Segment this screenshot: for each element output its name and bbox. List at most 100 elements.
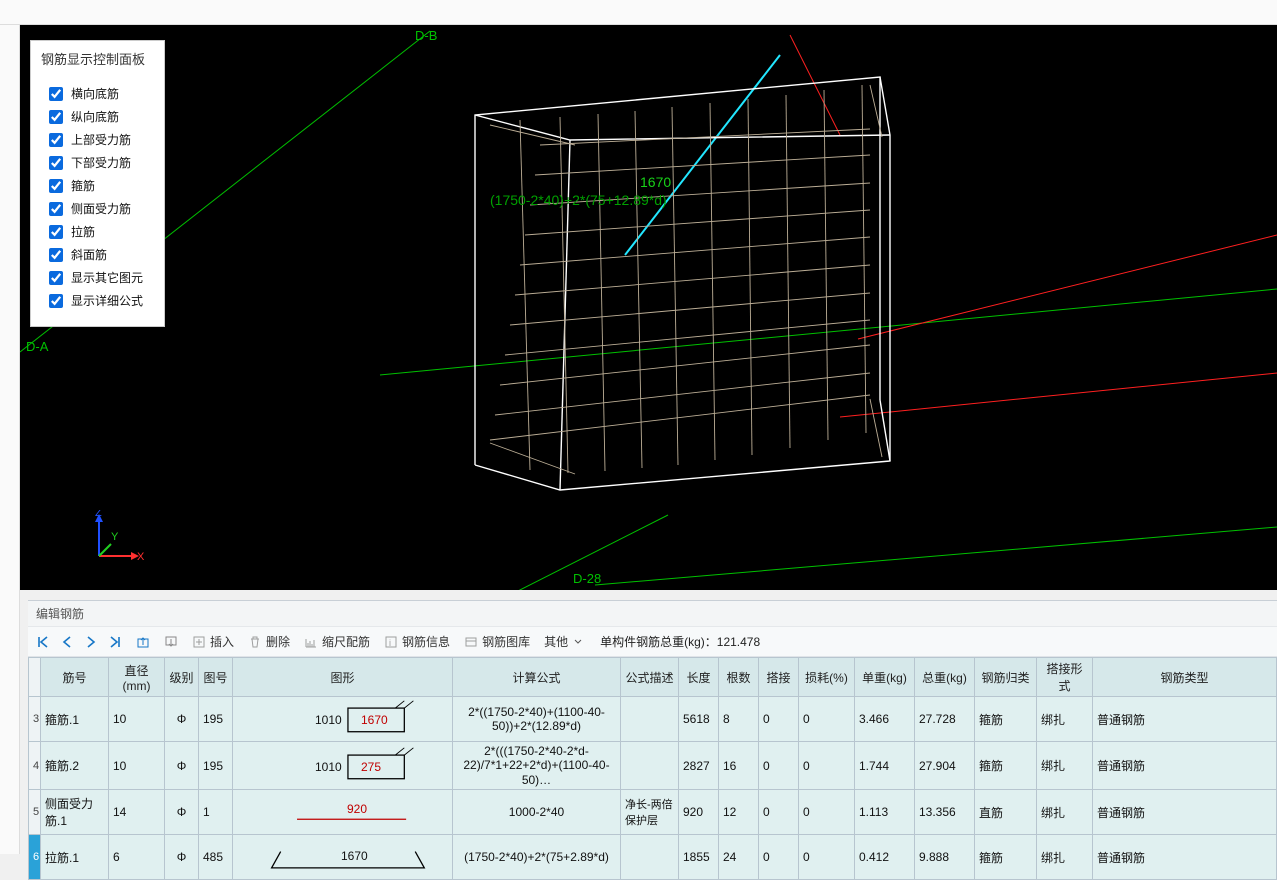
col-splice[interactable]: 搭接 [759, 658, 799, 697]
col-shape[interactable]: 图形 [233, 658, 453, 697]
table-row[interactable]: 4 箍筋.2 10 Φ 195 1010 275 2*(((1750-2*40-… [29, 742, 1277, 790]
display-checkbox[interactable] [49, 156, 63, 170]
cell-cnt[interactable]: 24 [719, 835, 759, 880]
display-checkbox[interactable] [49, 225, 63, 239]
col-type[interactable]: 钢筋类型 [1093, 658, 1277, 697]
library-button[interactable]: 钢筋图库 [464, 633, 530, 650]
nav-prev-icon[interactable] [60, 635, 74, 649]
display-option-6[interactable]: 拉筋 [49, 220, 150, 243]
cell-desc[interactable]: 净长-两倍保护层 [621, 790, 679, 835]
col-class[interactable]: 钢筋归类 [975, 658, 1037, 697]
delete-button[interactable]: 删除 [248, 633, 290, 650]
cell-desc[interactable] [621, 697, 679, 742]
nav-next-icon[interactable] [84, 635, 98, 649]
rebar-table[interactable]: 筋号 直径(mm) 级别 图号 图形 计算公式 公式描述 长度 根数 搭接 损耗… [28, 657, 1277, 880]
cell-joint[interactable]: 绑扎 [1037, 835, 1093, 880]
cell-dia[interactable]: 6 [109, 835, 165, 880]
cell-cnt[interactable]: 8 [719, 697, 759, 742]
nav-first-icon[interactable] [36, 635, 50, 649]
export-up-icon[interactable] [136, 635, 150, 649]
cell-grade[interactable]: Φ [165, 835, 199, 880]
cell-loss[interactable]: 0 [799, 697, 855, 742]
cell-picno[interactable]: 1 [199, 790, 233, 835]
cell-num[interactable]: 拉筋.1 [41, 835, 109, 880]
scale-button[interactable]: 缩尺配筋 [304, 633, 370, 650]
nav-last-icon[interactable] [108, 635, 122, 649]
col-calc[interactable]: 计算公式 [453, 658, 621, 697]
table-row[interactable]: 3 箍筋.1 10 Φ 195 1010 1670 2*((1750-2*40)… [29, 697, 1277, 742]
cell-type[interactable]: 普通钢筋 [1093, 835, 1277, 880]
cell-loss[interactable]: 0 [799, 835, 855, 880]
rebar-display-control-panel[interactable]: 钢筋显示控制面板 横向底筋纵向底筋上部受力筋下部受力筋箍筋侧面受力筋拉筋斜面筋显… [30, 40, 165, 327]
cell-shape[interactable]: 1010 1670 [233, 697, 453, 742]
display-option-9[interactable]: 显示详细公式 [49, 289, 150, 312]
3d-viewport[interactable]: D-B D-A D-28 4000 1670 (1750-2*40)+2*(75… [20, 25, 1277, 590]
display-option-3[interactable]: 下部受力筋 [49, 151, 150, 174]
cell-tw[interactable]: 13.356 [915, 790, 975, 835]
col-uw[interactable]: 单重(kg) [855, 658, 915, 697]
col-len[interactable]: 长度 [679, 658, 719, 697]
col-cnt[interactable]: 根数 [719, 658, 759, 697]
cell-calc[interactable]: 2*(((1750-2*40-2*d-22)/7*1+22+2*d)+(1100… [453, 742, 621, 790]
cell-splice[interactable]: 0 [759, 790, 799, 835]
col-num[interactable]: 筋号 [41, 658, 109, 697]
cell-desc[interactable] [621, 835, 679, 880]
col-tw[interactable]: 总重(kg) [915, 658, 975, 697]
cell-dia[interactable]: 10 [109, 742, 165, 790]
display-option-1[interactable]: 纵向底筋 [49, 105, 150, 128]
cell-uw[interactable]: 1.113 [855, 790, 915, 835]
col-loss[interactable]: 损耗(%) [799, 658, 855, 697]
cell-grade[interactable]: Φ [165, 742, 199, 790]
cell-dia[interactable]: 14 [109, 790, 165, 835]
table-row[interactable]: 5 侧面受力筋.1 14 Φ 1 920 1000-2*40 净长-两倍保护层 … [29, 790, 1277, 835]
cell-uw[interactable]: 3.466 [855, 697, 915, 742]
display-option-8[interactable]: 显示其它图元 [49, 266, 150, 289]
cell-calc[interactable]: 2*((1750-2*40)+(1100-40-50))+2*(12.89*d) [453, 697, 621, 742]
cell-shape[interactable]: 1010 275 [233, 742, 453, 790]
display-checkbox[interactable] [49, 179, 63, 193]
display-option-2[interactable]: 上部受力筋 [49, 128, 150, 151]
display-option-0[interactable]: 横向底筋 [49, 82, 150, 105]
cell-len[interactable]: 920 [679, 790, 719, 835]
cell-desc[interactable] [621, 742, 679, 790]
cell-loss[interactable]: 0 [799, 790, 855, 835]
cell-type[interactable]: 普通钢筋 [1093, 742, 1277, 790]
cell-cnt[interactable]: 16 [719, 742, 759, 790]
col-picno[interactable]: 图号 [199, 658, 233, 697]
cell-splice[interactable]: 0 [759, 835, 799, 880]
cell-joint[interactable]: 绑扎 [1037, 742, 1093, 790]
cell-cnt[interactable]: 12 [719, 790, 759, 835]
display-checkbox[interactable] [49, 248, 63, 262]
cell-len[interactable]: 2827 [679, 742, 719, 790]
cell-joint[interactable]: 绑扎 [1037, 790, 1093, 835]
cell-type[interactable]: 普通钢筋 [1093, 790, 1277, 835]
other-dropdown[interactable]: 其他 [544, 633, 582, 650]
cell-loss[interactable]: 0 [799, 742, 855, 790]
cell-class[interactable]: 箍筋 [975, 835, 1037, 880]
info-button[interactable]: i钢筋信息 [384, 633, 450, 650]
cell-tw[interactable]: 27.728 [915, 697, 975, 742]
cell-class[interactable]: 箍筋 [975, 697, 1037, 742]
cell-splice[interactable]: 0 [759, 742, 799, 790]
cell-dia[interactable]: 10 [109, 697, 165, 742]
display-checkbox[interactable] [49, 133, 63, 147]
display-checkbox[interactable] [49, 87, 63, 101]
cell-picno[interactable]: 195 [199, 742, 233, 790]
display-checkbox[interactable] [49, 110, 63, 124]
cell-num[interactable]: 侧面受力筋.1 [41, 790, 109, 835]
cell-len[interactable]: 1855 [679, 835, 719, 880]
display-option-5[interactable]: 侧面受力筋 [49, 197, 150, 220]
cell-joint[interactable]: 绑扎 [1037, 697, 1093, 742]
display-checkbox[interactable] [49, 202, 63, 216]
cell-grade[interactable]: Φ [165, 697, 199, 742]
cell-picno[interactable]: 195 [199, 697, 233, 742]
cell-len[interactable]: 5618 [679, 697, 719, 742]
cell-shape[interactable]: 1670 [233, 835, 453, 880]
table-row[interactable]: 6 拉筋.1 6 Φ 485 1670 (1750-2*40)+2*(75+2.… [29, 835, 1277, 880]
cell-uw[interactable]: 0.412 [855, 835, 915, 880]
display-option-4[interactable]: 箍筋 [49, 174, 150, 197]
cell-tw[interactable]: 9.888 [915, 835, 975, 880]
cell-splice[interactable]: 0 [759, 697, 799, 742]
cell-tw[interactable]: 27.904 [915, 742, 975, 790]
cell-type[interactable]: 普通钢筋 [1093, 697, 1277, 742]
